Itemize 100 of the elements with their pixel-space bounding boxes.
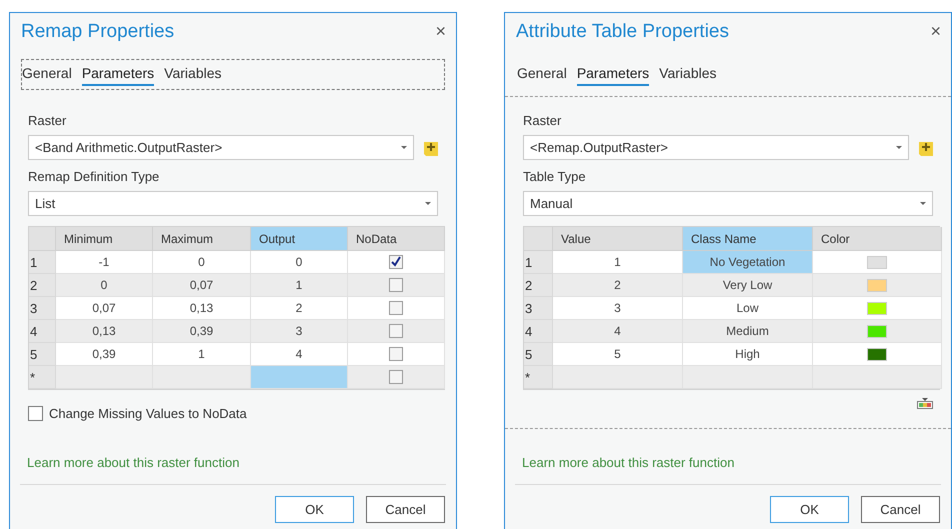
checkbox[interactable] (389, 370, 403, 384)
table-cell[interactable]: 5 (553, 343, 683, 366)
row-number: * (29, 366, 56, 389)
table-cell[interactable]: 3 (553, 297, 683, 320)
color-swatch[interactable] (867, 256, 887, 268)
row-number: 5 (29, 343, 56, 366)
dropdown-value: <Remap.OutputRaster> (530, 138, 668, 157)
dialog-button[interactable]: OK (770, 496, 849, 523)
dialog-title: Remap Properties (21, 20, 174, 44)
table-cell[interactable]: No Vegetation (683, 251, 813, 274)
table-cell[interactable]: Medium (683, 320, 813, 343)
dropdown[interactable]: <Remap.OutputRaster> (523, 135, 909, 160)
table-cell[interactable]: 1 (553, 251, 683, 274)
column-header[interactable]: Minimum (56, 227, 153, 251)
table-cell[interactable]: 2 (251, 297, 348, 320)
checkbox[interactable] (389, 301, 403, 315)
table-cell[interactable]: 0,07 (56, 297, 153, 320)
add-icon (919, 140, 933, 156)
table-cell[interactable] (553, 366, 683, 389)
table-cell[interactable]: High (683, 343, 813, 366)
row-number: 2 (29, 274, 56, 297)
row-number: 2 (524, 274, 553, 297)
checkbox[interactable] (28, 406, 43, 422)
checkbox[interactable] (389, 255, 403, 269)
dropdown-arrow-icon (896, 146, 902, 149)
column-header[interactable]: NoData (348, 227, 445, 251)
table-cell[interactable]: Very Low (683, 274, 813, 297)
dropdown[interactable]: <Band Arithmetic.OutputRaster> (28, 135, 414, 160)
tab[interactable]: General (517, 63, 567, 86)
table-cell[interactable]: 0,13 (153, 297, 251, 320)
tab[interactable]: General (22, 63, 72, 86)
table-cell[interactable]: 2 (553, 274, 683, 297)
table-cell[interactable]: 0 (251, 251, 348, 274)
color-swatch[interactable] (867, 278, 887, 292)
table-cell[interactable]: 0,13 (56, 320, 153, 343)
close-button[interactable]: × (435, 21, 446, 41)
field-label: Remap Definition Type (28, 168, 160, 186)
tab[interactable]: Parameters (576, 63, 650, 86)
column-header[interactable]: Class Name (683, 227, 813, 251)
tab[interactable]: Parameters (82, 63, 154, 86)
dialog-title: Attribute Table Properties (516, 20, 729, 44)
dropdown-arrow-icon (425, 202, 431, 205)
row-number: 3 (29, 297, 56, 320)
tab[interactable]: Variables (164, 63, 222, 86)
checkbox[interactable] (389, 278, 403, 292)
dropdown-value: Manual (530, 194, 573, 213)
column-header[interactable]: Color (813, 227, 942, 251)
table-cell[interactable]: 1 (153, 343, 251, 366)
color-ramp-icon (917, 398, 933, 409)
field-label: Raster (28, 112, 66, 130)
table-cell[interactable]: 0,39 (153, 320, 251, 343)
row-number: 1 (524, 251, 553, 274)
row-number: * (524, 366, 553, 389)
help-link[interactable]: Learn more about this raster function (10, 452, 240, 472)
dropdown-arrow-icon (920, 202, 926, 205)
add-button[interactable] (919, 140, 933, 156)
table-cell[interactable]: -1 (56, 251, 153, 274)
dialog-button[interactable]: OK (275, 496, 354, 523)
table-cell[interactable] (56, 366, 153, 389)
table-cell[interactable] (813, 366, 942, 389)
table-cell[interactable]: 4 (553, 320, 683, 343)
row-number: 5 (524, 343, 553, 366)
dropdown-value: <Band Arithmetic.OutputRaster> (35, 138, 222, 157)
option-checkbox[interactable]: Change Missing Values to NoData (28, 404, 247, 424)
add-icon (424, 140, 438, 156)
color-swatch[interactable] (867, 324, 887, 338)
tab[interactable]: Variables (659, 63, 716, 86)
column-header[interactable]: Maximum (153, 227, 251, 251)
table-cell[interactable] (683, 366, 813, 389)
color-swatch[interactable] (867, 302, 887, 314)
checkbox[interactable] (389, 324, 403, 338)
close-button[interactable]: × (930, 21, 941, 41)
table-cell[interactable]: 0 (56, 274, 153, 297)
dropdown[interactable]: Manual (523, 191, 933, 216)
column-header[interactable]: Value (553, 227, 683, 251)
row-number: 1 (29, 251, 56, 274)
dropdown-arrow-icon (401, 146, 407, 149)
table-cell[interactable]: Low (683, 297, 813, 320)
table-cell[interactable]: 4 (251, 343, 348, 366)
table-cell[interactable] (153, 366, 251, 389)
dialog-button[interactable]: Cancel (366, 496, 445, 523)
checkbox[interactable] (389, 347, 403, 361)
add-button[interactable] (424, 140, 438, 156)
help-link[interactable]: Learn more about this raster function (505, 452, 734, 472)
table-cell[interactable] (251, 366, 348, 389)
dropdown-value: List (35, 194, 56, 213)
column-header[interactable]: Output (251, 227, 348, 251)
field-label: Raster (523, 112, 562, 130)
table-cell[interactable]: 0 (153, 251, 251, 274)
table-cell[interactable]: 0,39 (56, 343, 153, 366)
table-cell[interactable]: 3 (251, 320, 348, 343)
table-cell[interactable]: 0,07 (153, 274, 251, 297)
color-ramp-button[interactable] (917, 398, 933, 409)
row-number: 3 (524, 297, 553, 320)
color-swatch[interactable] (867, 348, 887, 360)
table-cell[interactable]: 1 (251, 274, 348, 297)
dialog-button[interactable]: Cancel (861, 496, 940, 523)
dropdown[interactable]: List (28, 191, 438, 216)
option-label: Change Missing Values to NoData (49, 405, 247, 423)
field-label: Table Type (523, 168, 586, 186)
